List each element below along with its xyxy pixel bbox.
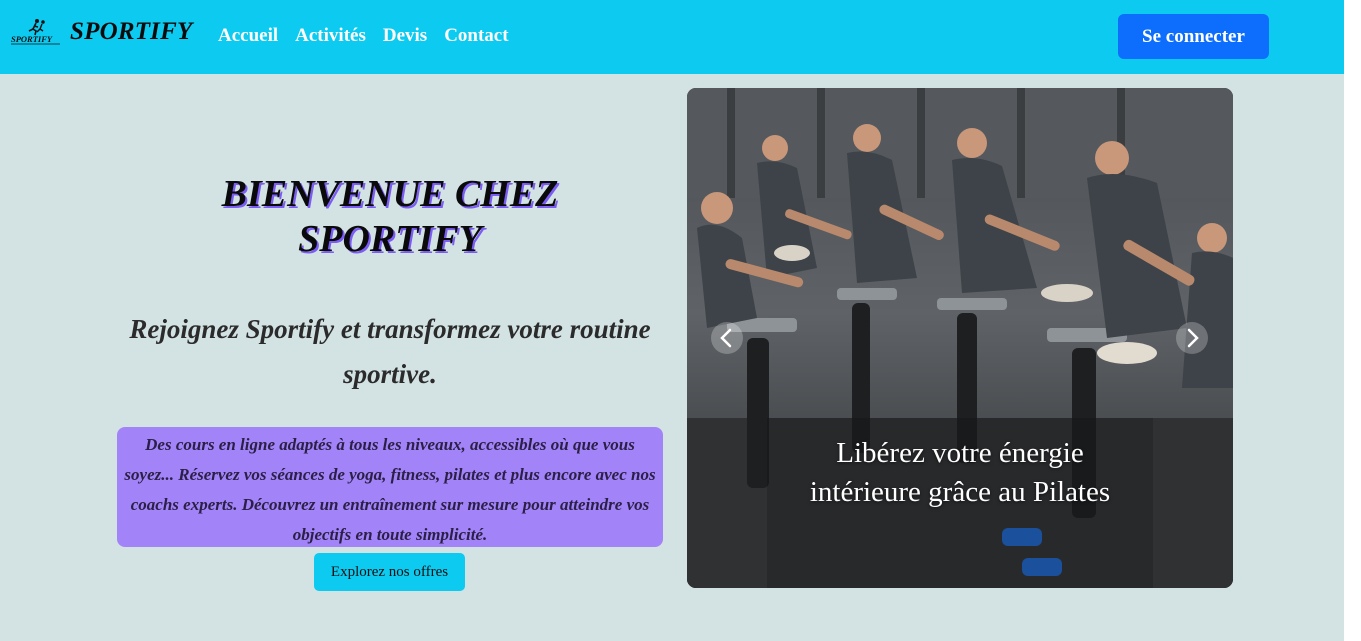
brand[interactable]: SPORTIFY SPORTIFY <box>10 18 192 46</box>
chevron-right-icon <box>1187 328 1199 348</box>
hero-description: Des cours en ligne adaptés à tous les ni… <box>117 427 663 547</box>
carousel-caption: Libérez votre énergie intérieure grâce a… <box>809 437 1111 508</box>
page-scrollbar[interactable] <box>1344 0 1361 641</box>
carousel-prev-button[interactable] <box>711 322 743 354</box>
logo-text: SPORTIFY <box>11 34 53 44</box>
nav-link-accueil[interactable]: Accueil <box>218 25 278 47</box>
sportify-logo: SPORTIFY <box>10 18 62 46</box>
carousel-next-button[interactable] <box>1176 322 1208 354</box>
nav-link-activites[interactable]: Activités <box>295 25 366 47</box>
navbar: SPORTIFY SPORTIFY Accueil Activités Devi… <box>0 0 1344 74</box>
hero-carousel[interactable]: Libérez votre énergie intérieure grâce a… <box>687 88 1233 588</box>
nav-link-devis[interactable]: Devis <box>383 25 427 47</box>
explore-offers-button[interactable]: Explorez nos offres <box>314 553 465 591</box>
hero-title: BIENVENUE CHEZ SPORTIFY <box>221 173 559 260</box>
hero-subtitle: Rejoignez Sportify et transformez votre … <box>129 314 651 389</box>
nav-link-contact[interactable]: Contact <box>444 25 508 47</box>
login-button[interactable]: Se connecter <box>1118 14 1269 59</box>
nav-links: Accueil Activités Devis Contact <box>218 25 509 47</box>
chevron-left-icon <box>720 328 732 348</box>
carousel-image-spin-class <box>687 88 1233 588</box>
brand-name[interactable]: SPORTIFY <box>70 18 192 46</box>
